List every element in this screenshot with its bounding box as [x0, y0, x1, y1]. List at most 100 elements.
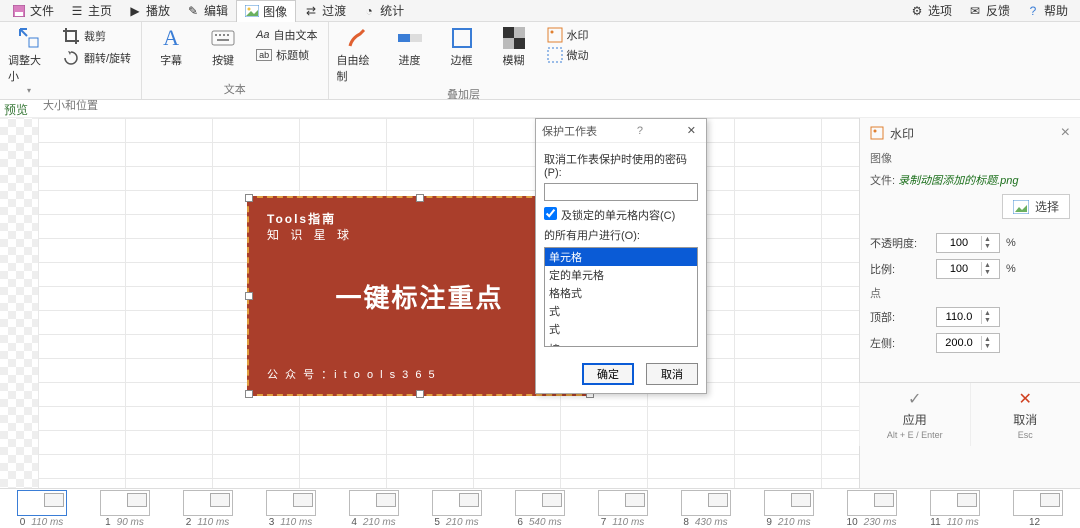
list-item[interactable]: 式	[545, 302, 697, 320]
opacity-label: 不透明度:	[870, 235, 930, 251]
crop-button[interactable]: 裁剪	[60, 26, 133, 46]
menu-transition[interactable]: ⇄过渡	[296, 0, 354, 21]
frame[interactable]: 190 ms	[83, 490, 166, 528]
dialog-help[interactable]: ?	[637, 125, 643, 137]
dialog-ok-button[interactable]: 确定	[582, 363, 634, 385]
left-label: 左侧:	[870, 335, 930, 351]
frame-index: 3	[269, 517, 275, 528]
frame[interactable]: 7110 ms	[581, 490, 664, 528]
panel-close-icon[interactable]: ×	[1061, 124, 1070, 142]
stats-icon: ◔	[362, 4, 376, 18]
titleframe-button[interactable]: ab标题帧	[254, 46, 319, 64]
menu-stats[interactable]: ◔统计	[354, 0, 412, 21]
handle-s[interactable]	[416, 390, 424, 398]
menu-feedback[interactable]: ✉反馈	[960, 0, 1018, 21]
frame[interactable]: 0110 ms	[0, 490, 83, 528]
list-item[interactable]: 单元格	[545, 248, 697, 266]
menu-transition-label: 过渡	[322, 2, 346, 19]
handle-sw[interactable]	[245, 390, 253, 398]
menu-edit[interactable]: ✎编辑	[178, 0, 236, 21]
frame[interactable]: 5210 ms	[415, 490, 498, 528]
frame[interactable]: 2110 ms	[166, 490, 249, 528]
frame[interactable]: 12	[996, 490, 1079, 528]
caption-button[interactable]: A字幕	[150, 26, 192, 68]
list-item[interactable]: 式	[545, 320, 697, 338]
keys-button[interactable]: 按键	[202, 26, 244, 68]
menu-edit-label: 编辑	[204, 2, 228, 19]
dialog-close-icon[interactable]: ✕	[683, 124, 700, 137]
menu-play[interactable]: ▶播放	[120, 0, 178, 21]
list-item[interactable]: 格格式	[545, 284, 697, 302]
micro-button[interactable]: 微动	[545, 46, 591, 64]
frame-thumb[interactable]	[349, 490, 399, 516]
handle-n[interactable]	[416, 194, 424, 202]
menu-help[interactable]: ?帮助	[1018, 0, 1076, 21]
frame-thumb[interactable]	[930, 490, 980, 516]
freetext-button[interactable]: Aa自由文本	[254, 26, 319, 44]
frame-thumb[interactable]	[1013, 490, 1063, 516]
list-item[interactable]: 接	[545, 340, 697, 347]
cancel-button[interactable]: ✕取消Esc	[970, 383, 1080, 446]
border-button[interactable]: 边框	[441, 26, 483, 68]
ribbon-group-size: 调整大小▾ 裁剪 翻转/旋转 大小和位置	[0, 22, 142, 99]
handle-nw[interactable]	[245, 194, 253, 202]
apply-button[interactable]: ✓应用Alt + E / Enter	[859, 383, 970, 446]
up-icon[interactable]: ▲	[982, 262, 993, 269]
dialog-titlebar[interactable]: 保护工作表 ? ✕	[536, 119, 706, 143]
down-icon[interactable]: ▼	[982, 243, 993, 250]
frame-thumb[interactable]	[100, 490, 150, 516]
frame-thumb[interactable]	[598, 490, 648, 516]
frame[interactable]: 4210 ms	[332, 490, 415, 528]
canvas[interactable]: Tools指南 知 识 星 球 一键标注重点 公 众 号 ：i t o o l …	[0, 118, 859, 488]
progress-icon	[398, 26, 422, 50]
progress-button[interactable]: 进度	[389, 26, 431, 68]
frame-thumb[interactable]	[681, 490, 731, 516]
frame[interactable]: 9210 ms	[747, 490, 830, 528]
frame-duration: 540 ms	[529, 517, 562, 528]
menu-file[interactable]: 文件	[4, 0, 62, 21]
micro-icon	[547, 47, 563, 63]
ribbon-group-overlay: 自由绘制 进度 边框 模糊 水印 微动 叠加层	[329, 22, 599, 99]
menu-home[interactable]: ☰主页	[62, 0, 120, 21]
left-spinner[interactable]: ▲▼	[936, 333, 1000, 353]
top-spinner[interactable]: ▲▼	[936, 307, 1000, 327]
allow-listbox[interactable]: 单元格 定的单元格 格格式 式 式 接	[544, 247, 698, 347]
protect-contents-checkbox[interactable]: 及锁定的单元格内容(C)	[544, 207, 698, 223]
up-icon[interactable]: ▲	[982, 336, 993, 343]
frame[interactable]: 3110 ms	[249, 490, 332, 528]
frame[interactable]: 6540 ms	[498, 490, 581, 528]
frame-thumb[interactable]	[515, 490, 565, 516]
scale-spinner[interactable]: ▲▼	[936, 259, 1000, 279]
menu-image[interactable]: 图像	[236, 0, 296, 22]
menu-options[interactable]: ⚙选项	[902, 0, 960, 21]
frame-thumb[interactable]	[847, 490, 897, 516]
frame-thumb[interactable]	[432, 490, 482, 516]
card-footer: 公 众 号 ：i t o o l s 3 6 5	[267, 366, 437, 382]
down-icon[interactable]: ▼	[982, 343, 993, 350]
dialog-cancel-button[interactable]: 取消	[646, 363, 698, 385]
frame-thumb[interactable]	[183, 490, 233, 516]
down-icon[interactable]: ▼	[982, 317, 993, 324]
password-input[interactable]	[544, 183, 698, 201]
up-icon[interactable]: ▲	[982, 236, 993, 243]
frame-thumb[interactable]	[266, 490, 316, 516]
frame-thumb[interactable]	[17, 490, 67, 516]
watermark-button[interactable]: 水印	[545, 26, 591, 44]
frame[interactable]: 11110 ms	[913, 490, 996, 528]
blur-button[interactable]: 模糊	[493, 26, 535, 68]
timeline[interactable]: 0110 ms190 ms2110 ms3110 ms4210 ms5210 m…	[0, 488, 1080, 528]
help-icon: ?	[1026, 4, 1040, 18]
freedraw-button[interactable]: 自由绘制	[337, 26, 379, 84]
opacity-spinner[interactable]: ▲▼	[936, 233, 1000, 253]
frame[interactable]: 10230 ms	[830, 490, 913, 528]
frame[interactable]: 8430 ms	[664, 490, 747, 528]
frame-thumb[interactable]	[764, 490, 814, 516]
handle-w[interactable]	[245, 292, 253, 300]
down-icon[interactable]: ▼	[982, 269, 993, 276]
list-item[interactable]: 定的单元格	[545, 266, 697, 284]
choose-file-button[interactable]: 选择	[1002, 194, 1070, 219]
resize-button[interactable]: 调整大小▾	[8, 26, 50, 95]
frame-index: 10	[847, 517, 858, 528]
rotate-button[interactable]: 翻转/旋转	[60, 48, 133, 68]
up-icon[interactable]: ▲	[982, 310, 993, 317]
